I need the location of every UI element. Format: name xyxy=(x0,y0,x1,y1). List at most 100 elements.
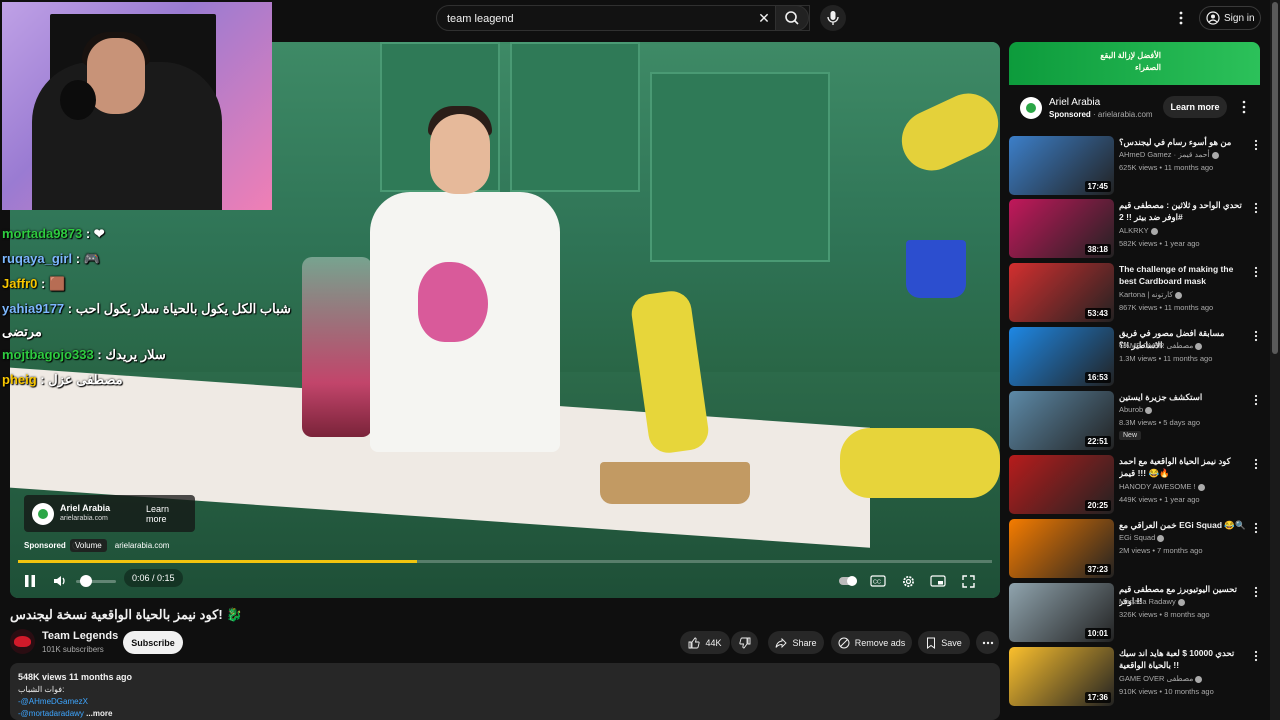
recommended-meta: 2M views • 7 months ago xyxy=(1119,546,1203,555)
description-mention[interactable]: -@mortadaradawy xyxy=(18,709,84,718)
video-thumbnail[interactable]: 10:01 xyxy=(1009,583,1114,642)
video-menu-icon[interactable] xyxy=(1252,138,1260,152)
sidebar-ad-domain-line: Sponsored · arielarabia.com xyxy=(1049,110,1153,119)
recommended-video[interactable]: 17:36 تحدي 10000 $ لعبة هايد اند سيك بالح… xyxy=(1009,647,1260,709)
recommended-channel-name[interactable]: Aburob xyxy=(1119,405,1143,414)
video-menu-icon[interactable] xyxy=(1252,265,1260,279)
more-actions-button[interactable] xyxy=(976,631,999,654)
mute-button[interactable] xyxy=(52,573,70,589)
recommended-video[interactable]: 22:51 استكشف جزيرة ايستين Aburob 8.3M views… xyxy=(1009,391,1260,453)
video-menu-icon[interactable] xyxy=(1252,201,1260,215)
captions-button[interactable]: CC xyxy=(868,571,888,591)
recommended-channel[interactable]: GAME OVER مصطفى xyxy=(1119,341,1203,350)
video-description[interactable]: 548K views 11 months ago فوات الشباب: -@… xyxy=(10,663,1000,720)
no-ads-icon xyxy=(838,637,850,648)
video-duration: 38:18 xyxy=(1084,244,1111,255)
fullscreen-button[interactable] xyxy=(958,571,978,591)
recommended-channel-name[interactable]: ALKRKY xyxy=(1119,226,1149,235)
video-duration: 17:36 xyxy=(1084,692,1111,703)
autoplay-toggle[interactable] xyxy=(838,571,858,591)
share-button[interactable]: Share xyxy=(768,631,824,654)
verified-icon xyxy=(1197,483,1205,491)
recommended-video-title[interactable]: كود نيمز الحياة الواقعية مع احمد قيمز !!… xyxy=(1119,455,1247,479)
save-button[interactable]: Save xyxy=(918,631,970,654)
video-thumbnail[interactable]: 53:43 xyxy=(1009,263,1114,322)
recommended-video-title[interactable]: من هو أسوء رسام في ليجندس؟ xyxy=(1119,136,1247,148)
channel-avatar[interactable] xyxy=(10,629,35,654)
recommended-video-title[interactable]: تحدي 10000 $ لعبة هايد اند سيك بالحياة ا… xyxy=(1119,647,1247,671)
video-thumbnail[interactable]: 17:36 xyxy=(1009,647,1114,706)
recommended-channel-name[interactable]: GAME OVER مصطفى xyxy=(1119,674,1193,683)
sidebar-ad[interactable]: الأفضل لإزالة البقع الصفراء Ariel Arabia… xyxy=(1009,42,1260,130)
recommended-video[interactable]: 16:53 مسابقة افضل مصور في فريق الاساطير !… xyxy=(1009,327,1260,389)
volume-slider-handle[interactable] xyxy=(80,575,92,587)
recommended-video-title[interactable]: استكشف جزيرة ايستين xyxy=(1119,391,1247,403)
like-count: 44K xyxy=(705,637,722,648)
recommended-video[interactable]: 38:18 تحدي الواحد و ثلاثين : مصطفى قيم او… xyxy=(1009,199,1260,261)
recommended-channel-name[interactable]: Mortada Radawy xyxy=(1119,597,1176,606)
recommended-video[interactable]: 17:45 من هو أسوء رسام في ليجندس؟ AHmeD Gam… xyxy=(1009,136,1260,198)
recommended-channel[interactable]: GAME OVER مصطفى xyxy=(1119,674,1203,683)
recommended-video-title[interactable]: The challenge of making the best Cardboa… xyxy=(1119,263,1247,287)
sign-in-button[interactable]: Sign in xyxy=(1199,6,1261,30)
recommended-channel-name[interactable]: Kartona | كارتونه xyxy=(1119,290,1173,299)
recommended-channel[interactable]: HANODY AWESOME ! xyxy=(1119,482,1205,491)
video-thumbnail[interactable]: 20:25 xyxy=(1009,455,1114,514)
recommended-video[interactable]: 53:43 The challenge of making the best Ca… xyxy=(1009,263,1260,325)
sidebar-ad-learn-more-button[interactable]: Learn more xyxy=(1163,96,1227,118)
ad-learn-more-button[interactable]: Learn more xyxy=(146,502,190,526)
video-menu-icon[interactable] xyxy=(1252,585,1260,599)
clear-search-icon[interactable]: ✕ xyxy=(755,9,773,27)
search-button[interactable] xyxy=(775,5,809,31)
recommended-video[interactable]: 20:25 كود نيمز الحياة الواقعية مع احمد قي… xyxy=(1009,455,1260,517)
sidebar-ad-menu-icon[interactable] xyxy=(1239,98,1249,116)
recommended-video[interactable]: 10:01 تحسين اليوتيوبرز مع مصطفى قيم اوفر … xyxy=(1009,583,1260,645)
recommended-channel-name[interactable]: EGi Squad xyxy=(1119,533,1155,542)
recommended-channel[interactable]: Kartona | كارتونه xyxy=(1119,290,1182,299)
description-mention[interactable]: -@AHmeDGamezX xyxy=(18,697,88,706)
recommended-video[interactable]: 37:23 خمن العراقي مع EGi Squad 😂🔍 EGi Squa… xyxy=(1009,519,1260,581)
bookmark-icon xyxy=(927,637,936,649)
recommended-channel-name[interactable]: GAME OVER مصطفى xyxy=(1119,341,1193,350)
ad-sponsored-domain: arielarabia.com xyxy=(114,541,170,550)
video-frame-cabinet xyxy=(510,42,640,192)
remove-ads-button[interactable]: Remove ads xyxy=(831,631,912,654)
recommended-channel-name[interactable]: AHmeD Gamez · أحمد قيمز xyxy=(1119,150,1210,159)
show-more-link[interactable]: ...more xyxy=(86,709,112,718)
settings-button[interactable] xyxy=(898,571,918,591)
video-thumbnail[interactable]: 37:23 xyxy=(1009,519,1114,578)
video-thumbnail[interactable]: 22:51 xyxy=(1009,391,1114,450)
recommended-channel[interactable]: Aburob xyxy=(1119,405,1153,414)
recommended-channel[interactable]: EGi Squad xyxy=(1119,533,1165,542)
video-thumbnail[interactable]: 17:45 xyxy=(1009,136,1114,195)
video-menu-icon[interactable] xyxy=(1252,649,1260,663)
recommended-channel[interactable]: ALKRKY xyxy=(1119,226,1158,235)
video-thumbnail[interactable]: 16:53 xyxy=(1009,327,1114,386)
sidebar-ad-banner[interactable]: الأفضل لإزالة البقع الصفراء xyxy=(1009,42,1260,85)
recommended-video-title[interactable]: خمن العراقي مع EGi Squad 😂🔍 xyxy=(1119,519,1247,531)
chat-text: : 🟫 xyxy=(41,276,66,291)
recommended-video-title[interactable]: تحدي الواحد و ثلاثين : مصطفى قيم اوفر ضد… xyxy=(1119,199,1247,223)
voice-search-button[interactable] xyxy=(820,5,846,31)
video-menu-icon[interactable] xyxy=(1252,521,1260,535)
video-menu-icon[interactable] xyxy=(1252,457,1260,471)
recommended-channel[interactable]: AHmeD Gamez · أحمد قيمز xyxy=(1119,150,1219,159)
ad-advertiser-name: Ariel Arabia xyxy=(60,503,111,513)
video-thumbnail[interactable]: 38:18 xyxy=(1009,199,1114,258)
player-ad-card[interactable]: Ariel Arabia arielarabia.com Learn more xyxy=(24,495,195,532)
channel-name[interactable]: Team Legends xyxy=(42,630,118,642)
miniplayer-button[interactable] xyxy=(928,571,948,591)
like-button[interactable]: 44K xyxy=(680,631,730,654)
search-input[interactable] xyxy=(447,10,747,28)
scrollbar-thumb[interactable] xyxy=(1272,2,1278,354)
description-line: فوات الشباب: xyxy=(18,685,65,694)
dislike-button[interactable] xyxy=(731,631,758,654)
recommended-channel-name[interactable]: HANODY AWESOME ! xyxy=(1119,482,1196,491)
subscribe-button[interactable]: Subscribe xyxy=(123,631,183,654)
recommended-channel[interactable]: Mortada Radawy xyxy=(1119,597,1185,606)
video-menu-icon[interactable] xyxy=(1252,329,1260,343)
video-menu-icon[interactable] xyxy=(1252,393,1260,407)
settings-menu-icon[interactable] xyxy=(1172,8,1190,28)
video-duration: 10:01 xyxy=(1084,628,1111,639)
pause-button[interactable] xyxy=(22,572,38,590)
